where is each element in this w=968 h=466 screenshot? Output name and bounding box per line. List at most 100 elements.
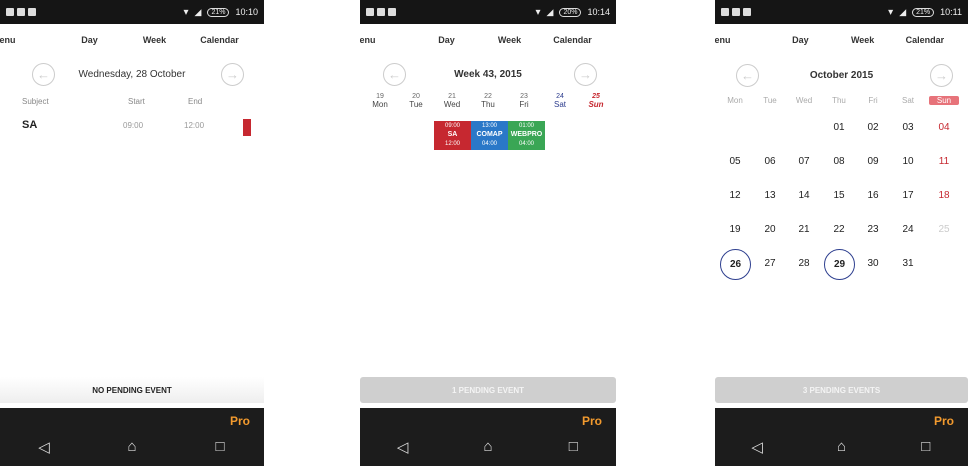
day-cell[interactable]: 16: [858, 181, 888, 211]
bottom-bar: Pro ◁ ⌂ □: [715, 408, 968, 466]
status-time: 10:11: [940, 7, 962, 17]
bottom-bar: Pro ◁ ⌂ □: [0, 408, 264, 466]
pro-button[interactable]: Pro: [230, 414, 250, 428]
day-cell[interactable]: 19: [720, 215, 750, 245]
day-column-sat[interactable]: 24 Sat: [542, 93, 578, 109]
weekday-label: Mon: [727, 96, 743, 105]
tab-week[interactable]: Week: [478, 35, 541, 45]
day-cell[interactable]: 02: [858, 113, 888, 143]
day-cell[interactable]: 07: [789, 147, 819, 177]
event-block-sa[interactable]: 09:00 SA 12:00: [434, 121, 471, 150]
event-color-bar: [243, 119, 251, 136]
day-cell[interactable]: 28: [789, 249, 819, 279]
weekday-header: Mon Tue Wed Thu Fri Sat Sun: [715, 96, 968, 110]
recents-icon[interactable]: □: [916, 438, 936, 456]
pro-button[interactable]: Pro: [934, 414, 954, 428]
tab-calendar[interactable]: Calendar: [541, 35, 604, 45]
home-icon[interactable]: ⌂: [831, 438, 851, 456]
day-cell[interactable]: 20: [755, 215, 785, 245]
day-cell[interactable]: 27: [755, 249, 785, 279]
day-cell[interactable]: 08: [824, 147, 854, 177]
day-column-wed[interactable]: 21 Wed: [434, 93, 470, 109]
back-icon[interactable]: ◁: [34, 438, 54, 456]
status-time: 10:10: [235, 7, 258, 17]
day-cell[interactable]: 04: [929, 113, 959, 143]
pending-events-bar[interactable]: 3 PENDING EVENTS: [715, 377, 968, 403]
pending-events-bar[interactable]: 1 PENDING EVENT: [360, 377, 616, 403]
day-column-thu[interactable]: 22 Thu: [470, 93, 506, 109]
left-arrow-icon[interactable]: ←: [736, 63, 759, 87]
bottom-bar: Pro ◁ ⌂ □: [360, 408, 616, 466]
home-icon[interactable]: ⌂: [478, 438, 498, 456]
status-bar: ▾ ◢ 21% 10:10: [0, 0, 264, 24]
day-cell[interactable]: 06: [755, 147, 785, 177]
day-column-tue[interactable]: 20 Tue: [398, 93, 434, 109]
pending-events-bar[interactable]: NO PENDING EVENT: [0, 377, 264, 403]
tab-calendar[interactable]: Calendar: [187, 35, 252, 45]
day-cell[interactable]: 25: [929, 215, 959, 245]
pro-button[interactable]: Pro: [582, 414, 602, 428]
day-cell[interactable]: 22: [824, 215, 854, 245]
nav-title: October 2015: [809, 69, 874, 81]
left-arrow-icon[interactable]: ←: [32, 62, 55, 86]
tab-bar: Menu Day Week Calendar: [0, 24, 264, 55]
day-cell[interactable]: 15: [824, 181, 854, 211]
week-navigator: ← Week 43, 2015 →: [360, 60, 616, 88]
status-bar: ▾ ◢ 21% 10:11: [715, 0, 968, 24]
back-icon[interactable]: ◁: [747, 438, 767, 456]
day-cell[interactable]: 31: [893, 249, 923, 279]
event-end: 12:00: [184, 121, 205, 130]
day-cell[interactable]: 03: [893, 113, 923, 143]
notification-icons: [6, 8, 36, 16]
day-cell[interactable]: 30: [858, 249, 888, 279]
day-cell[interactable]: 13: [755, 181, 785, 211]
wifi-icon: ▾: [535, 6, 541, 18]
header-subject: Subject: [22, 97, 49, 106]
tab-menu[interactable]: Menu: [715, 35, 769, 45]
day-cell[interactable]: 11: [929, 147, 959, 177]
recents-icon[interactable]: □: [210, 438, 230, 456]
notification-icons: [721, 8, 751, 16]
day-cell[interactable]: 12: [720, 181, 750, 211]
month-navigator: ← October 2015 →: [715, 61, 968, 89]
day-cell[interactable]: 26: [720, 249, 751, 280]
day-column-sun[interactable]: 25 Sun: [578, 93, 614, 109]
tab-calendar[interactable]: Calendar: [894, 35, 956, 45]
day-cell[interactable]: 21: [789, 215, 819, 245]
day-cell[interactable]: 01: [824, 113, 854, 143]
tab-bar: Menu Day Week Calendar: [360, 24, 616, 55]
day-cell[interactable]: 17: [893, 181, 923, 211]
back-icon[interactable]: ◁: [393, 438, 413, 456]
nav-title: Wednesday, 28 October: [78, 68, 186, 80]
event-block-comap[interactable]: 13:00 COMAP 04:00: [471, 121, 508, 150]
right-arrow-icon[interactable]: →: [221, 62, 244, 86]
month-view-screen: ▾ ◢ 21% 10:11 Menu Day Week Calendar ← O…: [715, 0, 968, 466]
day-cell[interactable]: 14: [789, 181, 819, 211]
day-column-fri[interactable]: 23 Fri: [506, 93, 542, 109]
day-cell[interactable]: 10: [893, 147, 923, 177]
day-cell[interactable]: 29: [824, 249, 855, 280]
tab-week[interactable]: Week: [122, 35, 187, 45]
tab-menu[interactable]: Menu: [360, 35, 415, 45]
event-row[interactable]: SA 09:00 12:00: [0, 117, 264, 139]
day-cell[interactable]: 05: [720, 147, 750, 177]
day-cell[interactable]: 09: [858, 147, 888, 177]
day-cell[interactable]: 24: [893, 215, 923, 245]
tab-week[interactable]: Week: [832, 35, 894, 45]
right-arrow-icon[interactable]: →: [574, 62, 597, 86]
left-arrow-icon[interactable]: ←: [383, 62, 406, 86]
tab-day[interactable]: Day: [57, 35, 122, 45]
status-bar: ▾ ◢ 20% 10:14: [360, 0, 616, 24]
tab-day[interactable]: Day: [415, 35, 478, 45]
tab-day[interactable]: Day: [769, 35, 831, 45]
tab-menu[interactable]: Menu: [0, 35, 57, 45]
day-cell[interactable]: 23: [858, 215, 888, 245]
battery-indicator: 20%: [559, 7, 582, 17]
right-arrow-icon[interactable]: →: [930, 63, 953, 87]
weekday-label: Tue: [763, 96, 777, 105]
day-cell[interactable]: 18: [929, 181, 959, 211]
event-block-webpro[interactable]: 01:00 WEBPRO 04:00: [508, 121, 545, 150]
day-column-mon[interactable]: 19 Mon: [362, 93, 398, 109]
home-icon[interactable]: ⌂: [122, 438, 142, 456]
recents-icon[interactable]: □: [563, 438, 583, 456]
